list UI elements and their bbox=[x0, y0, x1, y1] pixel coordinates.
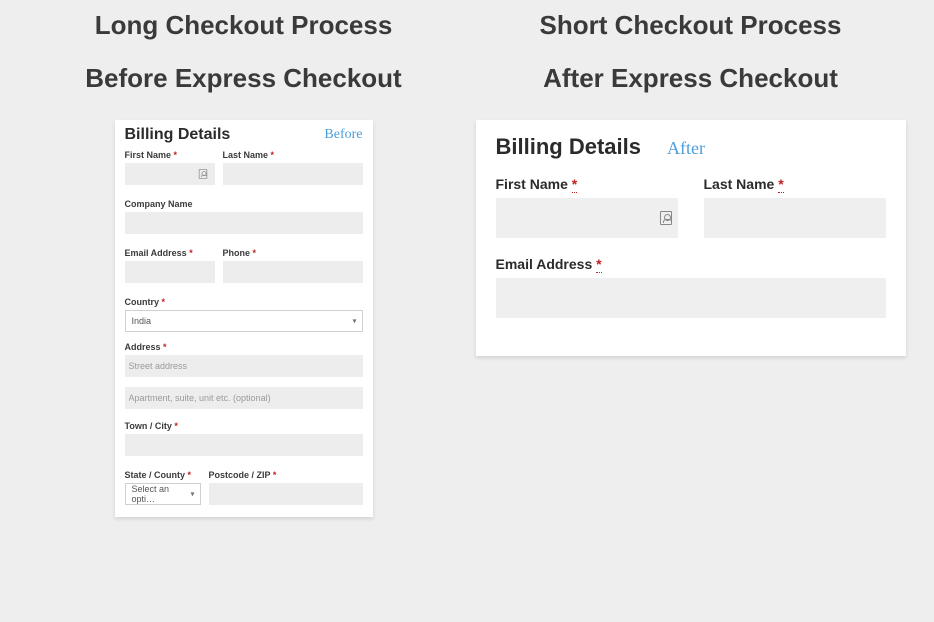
email-label: Email Address * bbox=[125, 248, 215, 258]
after-panel-title: Billing Details bbox=[496, 134, 641, 160]
company-input[interactable] bbox=[125, 212, 363, 234]
after-first-name-input[interactable] bbox=[496, 198, 678, 238]
before-panel: Billing Details Before First Name * Last… bbox=[115, 120, 373, 517]
first-name-label: First Name * bbox=[125, 150, 215, 160]
company-label: Company Name bbox=[125, 199, 363, 209]
after-first-name-label: First Name * bbox=[496, 176, 678, 192]
right-heading-2: After Express Checkout bbox=[543, 63, 838, 94]
before-last-name-field: Last Name * bbox=[223, 150, 363, 185]
contact-card-icon bbox=[660, 211, 672, 225]
last-name-label: Last Name * bbox=[223, 150, 363, 160]
before-panel-title: Billing Details bbox=[125, 126, 231, 144]
left-heading-1: Long Checkout Process bbox=[95, 10, 393, 41]
right-column: Short Checkout Process After Express Che… bbox=[467, 10, 914, 612]
address-label: Address * bbox=[125, 342, 363, 352]
after-email-input[interactable] bbox=[496, 278, 886, 318]
address-line1-input[interactable] bbox=[125, 355, 363, 377]
before-panel-header: Billing Details Before bbox=[125, 126, 363, 144]
before-postcode-field: Postcode / ZIP * bbox=[209, 470, 363, 505]
state-select[interactable]: Select an opti… bbox=[125, 483, 201, 505]
postcode-label: Postcode / ZIP * bbox=[209, 470, 363, 480]
before-email-field: Email Address * bbox=[125, 248, 215, 283]
state-label: State / County * bbox=[125, 470, 201, 480]
after-last-name-input[interactable] bbox=[704, 198, 886, 238]
after-last-name-label: Last Name * bbox=[704, 176, 886, 192]
contact-card-icon bbox=[198, 169, 206, 179]
before-address-field: Address * bbox=[125, 342, 363, 409]
right-heading-1: Short Checkout Process bbox=[540, 10, 842, 41]
before-first-name-field: First Name * bbox=[125, 150, 215, 185]
phone-input[interactable] bbox=[223, 261, 363, 283]
before-town-field: Town / City * bbox=[125, 421, 363, 456]
address-line2-input[interactable] bbox=[125, 387, 363, 409]
after-badge: After bbox=[667, 138, 705, 159]
town-input[interactable] bbox=[125, 434, 363, 456]
last-name-input[interactable] bbox=[223, 163, 363, 185]
after-last-name-field: Last Name * bbox=[704, 176, 886, 238]
country-label: Country * bbox=[125, 297, 363, 307]
after-panel-header: Billing Details After bbox=[496, 134, 886, 160]
before-badge: Before bbox=[324, 127, 362, 143]
before-phone-field: Phone * bbox=[223, 248, 363, 283]
before-company-field: Company Name bbox=[125, 199, 363, 234]
after-email-label: Email Address * bbox=[496, 256, 886, 272]
phone-label: Phone * bbox=[223, 248, 363, 258]
country-select[interactable]: India bbox=[125, 310, 363, 332]
before-state-field: State / County * Select an opti… bbox=[125, 470, 201, 505]
after-panel: Billing Details After First Name * Last … bbox=[476, 120, 906, 356]
after-email-field: Email Address * bbox=[496, 256, 886, 318]
left-column: Long Checkout Process Before Express Che… bbox=[20, 10, 467, 612]
before-country-field: Country * India bbox=[125, 297, 363, 332]
email-input[interactable] bbox=[125, 261, 215, 283]
postcode-input[interactable] bbox=[209, 483, 363, 505]
after-first-name-field: First Name * bbox=[496, 176, 678, 238]
left-heading-2: Before Express Checkout bbox=[85, 63, 401, 94]
town-label: Town / City * bbox=[125, 421, 363, 431]
